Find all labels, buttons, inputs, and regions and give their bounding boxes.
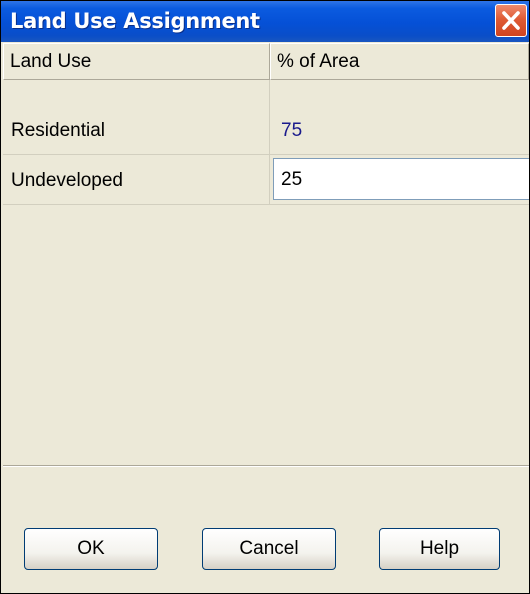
close-button[interactable]: [495, 4, 527, 37]
column-header-land-use[interactable]: Land Use: [3, 43, 270, 80]
column-divider: [269, 80, 270, 204]
ok-button[interactable]: OK: [24, 528, 158, 570]
title-bar[interactable]: Land Use Assignment: [1, 1, 529, 42]
close-icon: [502, 11, 520, 30]
land-use-assignment-dialog: Land Use Assignment Land Use % of Area R…: [0, 0, 530, 594]
column-header-percent-area[interactable]: % of Area: [270, 43, 529, 80]
row-divider: [3, 204, 529, 205]
percent-edit-value: 25: [281, 169, 303, 190]
percent-edit-field[interactable]: 25: [273, 158, 529, 200]
row-land-use-name: Residential: [11, 120, 105, 141]
row-divider: [3, 154, 529, 155]
separator-highlight: [3, 466, 529, 467]
help-button[interactable]: Help: [379, 528, 500, 570]
row-land-use-name: Undeveloped: [11, 170, 123, 191]
land-use-grid: Land Use % of Area Residential 75 Undeve…: [3, 43, 529, 463]
cancel-button[interactable]: Cancel: [202, 528, 336, 570]
row-percent-value[interactable]: 75: [281, 120, 302, 142]
dialog-title: Land Use Assignment: [10, 9, 260, 33]
